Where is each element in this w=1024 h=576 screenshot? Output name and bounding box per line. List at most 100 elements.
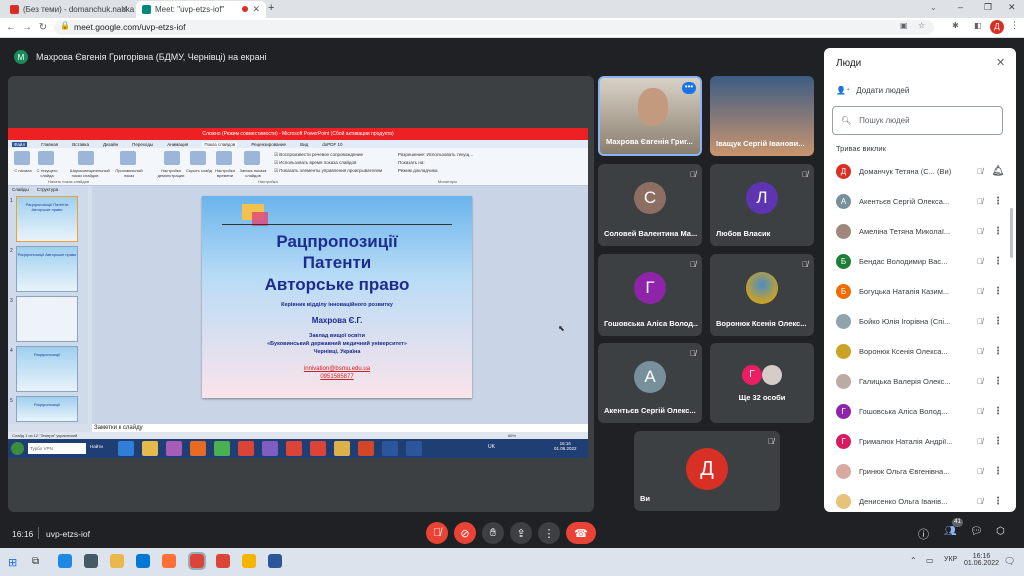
self-tile[interactable]: 🎙̸ Д Ви: [634, 431, 780, 511]
more-options-icon[interactable]: ⋮: [989, 496, 1007, 507]
search-people-input[interactable]: 🔍︎ Пошук людей: [832, 106, 1003, 135]
tab-gmail[interactable]: (Без теми) - domanchuk.nauka@ ✕: [4, 1, 134, 18]
new-tab-button[interactable]: +: [268, 2, 274, 14]
close-tab-icon[interactable]: ✕: [252, 4, 260, 15]
activities-icon[interactable]: ⬡: [996, 526, 1005, 537]
store-icon[interactable]: [136, 554, 150, 568]
taskbar-clock[interactable]: 16:16 01.06.2022: [964, 553, 999, 567]
present-button[interactable]: ⇪: [510, 522, 532, 544]
tray-chevron-icon[interactable]: ⌃: [910, 556, 917, 565]
inner-windows-taskbar: Турбо VPN Найти UK 16:16 01.06.2022: [8, 439, 588, 458]
scrollbar[interactable]: [1010, 208, 1013, 258]
reload-icon[interactable]: ↻: [36, 20, 50, 35]
people-list-item[interactable]: Галицька Валерія Олекс... 🎙̸ ⋮: [824, 366, 1016, 396]
person-avatar: [836, 463, 851, 479]
close-panel-icon[interactable]: ✕: [996, 56, 1005, 69]
back-icon[interactable]: ←: [4, 20, 18, 35]
participant-tile[interactable]: 🎙̸ Г Гошовська Аліса Волод...: [598, 254, 702, 336]
participant-tile-video[interactable]: ••• Махрова Євгенія Григ...: [598, 76, 702, 156]
minimize-button[interactable]: –: [958, 2, 963, 12]
ppt-tab: Дизайн: [102, 141, 119, 147]
extensions-icon[interactable]: ✱: [952, 21, 959, 30]
camera-toggle-button[interactable]: ⊘: [454, 522, 476, 544]
battery-icon[interactable]: ▭: [926, 556, 934, 565]
checkbox-label: ☑ Воспроизвести речевое сопровождение: [274, 152, 363, 157]
person-avatar: [836, 343, 851, 359]
more-options-icon[interactable]: ⋮: [989, 346, 1007, 357]
participant-tile[interactable]: 🎙̸ Воронюк Ксенія Олекс...: [710, 254, 814, 336]
more-options-icon[interactable]: ⋮: [989, 226, 1007, 237]
thumb-num: 2: [10, 248, 13, 254]
windows-start-icon[interactable]: ⊞: [8, 556, 17, 569]
app-icon[interactable]: [84, 554, 98, 568]
more-participants-tile[interactable]: Г Ще 32 особи: [710, 343, 814, 423]
chrome-icon[interactable]: [188, 552, 206, 570]
more-options-icon[interactable]: ⋮: [989, 286, 1007, 297]
close-window-button[interactable]: ✕: [1008, 2, 1016, 13]
task-view-icon[interactable]: ⧉: [32, 556, 39, 567]
camera-status-icon[interactable]: ▣: [900, 21, 908, 30]
chrome-icon[interactable]: [242, 554, 256, 568]
people-list-item[interactable]: Б Бендас Володимир Вас... 🎙̸ ⋮: [824, 246, 1016, 276]
explorer-icon[interactable]: [110, 554, 124, 568]
people-list-item[interactable]: Б Богуцька Наталія Казим... 🎙̸ ⋮: [824, 276, 1016, 306]
people-list-item[interactable]: Г Гошовська Аліса Волод... 🎙̸ ⋮: [824, 396, 1016, 426]
more-options-icon[interactable]: ⋮: [989, 436, 1007, 447]
ribbon-icon: [120, 151, 136, 165]
notification-icon[interactable]: 🗨︎: [1004, 556, 1015, 567]
more-options-icon[interactable]: ⋮: [989, 196, 1007, 207]
add-people-button[interactable]: 👤⁺ Додати людей: [836, 86, 909, 95]
participant-name: Акентьєв Сергій Олекс...: [604, 406, 696, 415]
profile-avatar[interactable]: Д: [990, 20, 1004, 34]
more-options-icon[interactable]: ⋮: [989, 376, 1007, 387]
people-list-item[interactable]: Амеліна Тетяна Миколаї... 🎙̸ ⋮: [824, 216, 1016, 246]
participant-tile[interactable]: 🎙̸ С Соловей Валентина Ма...: [598, 164, 702, 246]
people-icon[interactable]: 👥︎: [944, 526, 957, 537]
more-options-button[interactable]: ⋮: [538, 522, 560, 544]
info-icon[interactable]: ⓘ: [918, 526, 929, 542]
edge-icon[interactable]: [58, 554, 72, 568]
close-tab-icon[interactable]: ✕: [120, 4, 128, 15]
raise-hand-button[interactable]: ✋︎: [482, 522, 504, 544]
more-options-icon[interactable]: ⋮: [989, 406, 1007, 417]
more-options-icon[interactable]: ⋮: [989, 316, 1007, 327]
participant-name: Гошовська Аліса Волод...: [604, 319, 698, 328]
menu-kebab-icon[interactable]: ⋮: [1010, 20, 1019, 31]
divider: [38, 527, 39, 539]
people-list-item[interactable]: Воронюк Ксенія Олекса... 🎙̸ ⋮: [824, 336, 1016, 366]
mic-toggle-button[interactable]: 🎙̸: [426, 522, 448, 544]
more-options-icon[interactable]: ⋮: [989, 256, 1007, 267]
leave-call-button[interactable]: ☎︎: [566, 522, 596, 544]
chat-icon[interactable]: 💬︎: [970, 526, 983, 537]
taskbar-lang[interactable]: УКР: [944, 556, 957, 563]
firefox-icon[interactable]: [162, 554, 176, 568]
bookmark-star-icon[interactable]: ☆: [918, 21, 925, 30]
tab-search-icon[interactable]: ⌄: [930, 3, 937, 12]
ribbon-group-label: Мониторы: [438, 179, 458, 184]
word-icon[interactable]: [268, 554, 282, 568]
people-list-item[interactable]: Денисенко Ольга Іванів... 🎙̸ ⋮: [824, 486, 1016, 512]
tab-meet[interactable]: Meet: "uvp-etzs-iof" ✕: [136, 1, 266, 18]
participant-tile[interactable]: 🎙̸ А Акентьєв Сергій Олекс...: [598, 343, 702, 423]
person-name: Бойко Юлія Ігорівна (Спі...: [859, 316, 951, 326]
participant-tile[interactable]: 🎙̸ Л Любов Власик: [710, 164, 814, 246]
people-list-item[interactable]: Д Доманчук Тетяна (С... (Ви) 🎙̸ 🔔︎: [824, 156, 1016, 186]
people-list-item[interactable]: Г Грималюк Наталія Андрії... 🎙̸ ⋮: [824, 426, 1016, 456]
mic-off-icon: 🎙̸: [977, 316, 983, 326]
chrome-icon[interactable]: [216, 554, 230, 568]
maximize-button[interactable]: ❐: [984, 2, 992, 13]
more-options-icon[interactable]: •••: [682, 82, 696, 94]
people-list-item[interactable]: Гринюк Ольга Євгенівна... 🎙̸ ⋮: [824, 456, 1016, 486]
participant-tile-video[interactable]: Іващук Сергій Іванови...: [710, 76, 814, 156]
windows-taskbar: [0, 548, 1024, 576]
notification-bell-icon[interactable]: 🔔︎: [989, 166, 1007, 177]
people-list-item[interactable]: Бойко Юлія Ігорівна (Спі... 🎙̸ ⋮: [824, 306, 1016, 336]
more-options-icon[interactable]: ⋮: [989, 466, 1007, 477]
presentation-stage[interactable]: Сложно (Режим совместимости) - Microsoft…: [8, 76, 594, 512]
forward-icon[interactable]: →: [20, 20, 34, 35]
clock-time: 16:16: [972, 553, 991, 560]
ribbon-label: С текущего слайда: [36, 168, 58, 178]
url-input[interactable]: meet.google.com/uvp-etzs-iof: [54, 20, 934, 35]
sidebar-icon[interactable]: ◧: [974, 21, 982, 30]
people-list-item[interactable]: А Акентьєв Сергій Олекса... 🎙̸ ⋮: [824, 186, 1016, 216]
